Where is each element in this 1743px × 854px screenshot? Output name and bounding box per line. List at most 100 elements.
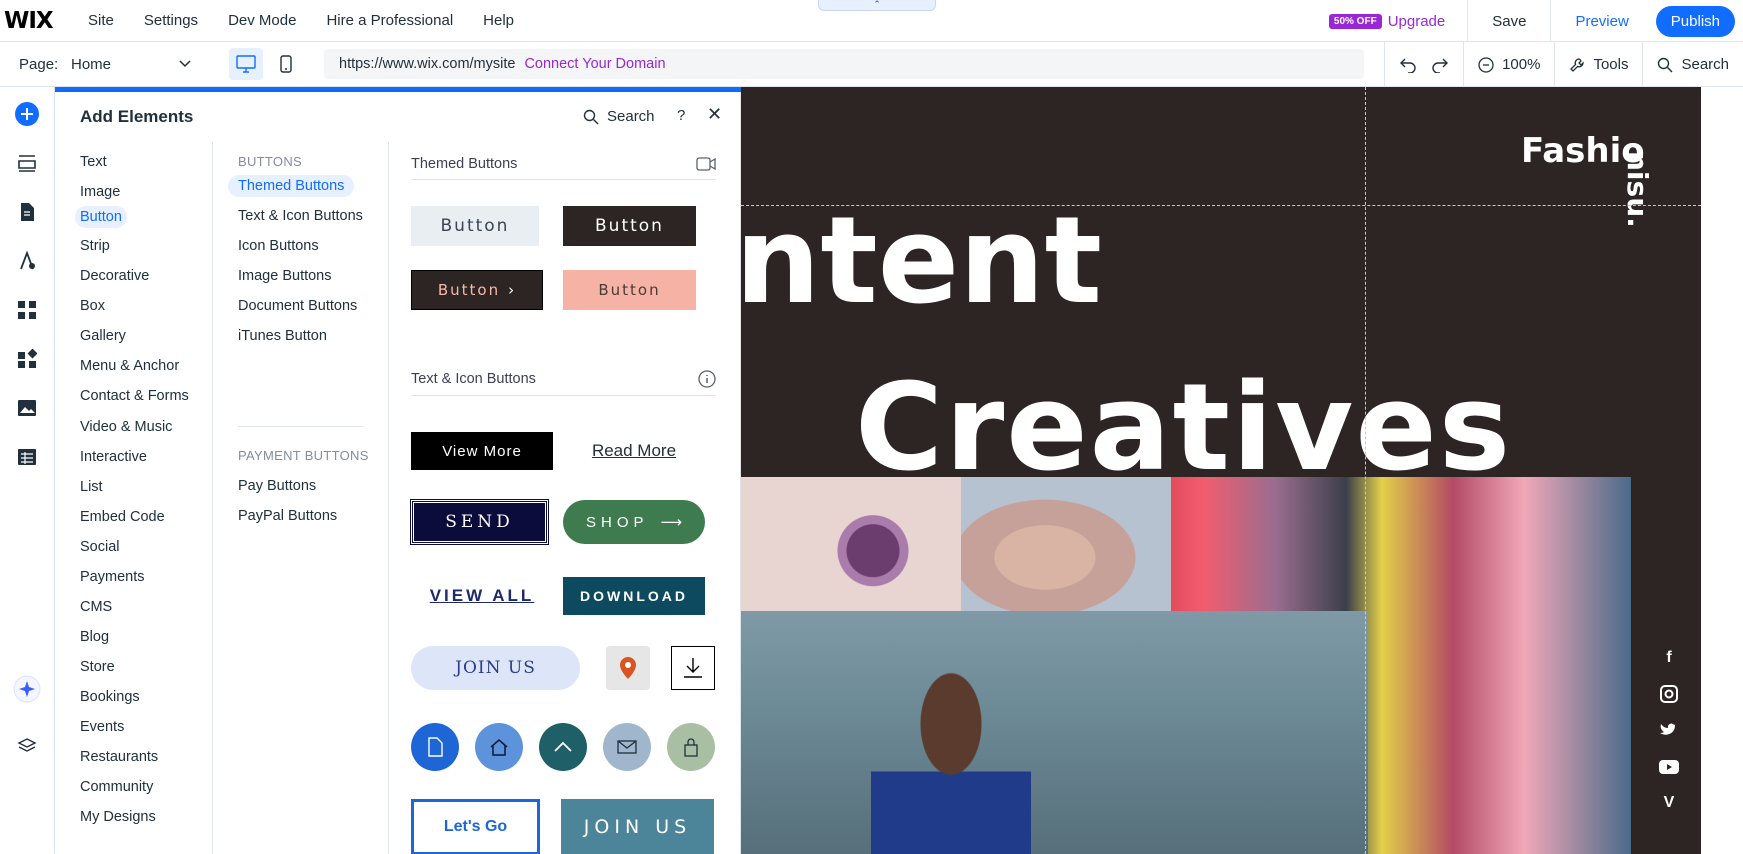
mail-circle-button[interactable] [603,723,651,771]
tools-button[interactable]: Tools [1554,42,1642,87]
view-all-button[interactable]: VIEW ALL [411,577,553,615]
category-strip[interactable]: Strip [75,235,115,257]
category-list: Text Image Button Strip Decorative Box G… [55,142,213,854]
themed-button-peach[interactable]: Button [563,270,696,310]
vimeo-icon[interactable]: V [1658,792,1680,814]
menu-settings[interactable]: Settings [144,12,198,29]
upgrade-link[interactable]: Upgrade [1388,13,1446,30]
category-decorative[interactable]: Decorative [75,265,154,287]
cms-icon[interactable] [13,443,41,471]
facebook-icon[interactable]: f [1658,647,1680,669]
up-circle-button[interactable] [539,723,587,771]
twitter-icon[interactable] [1658,719,1680,741]
lets-go-button[interactable]: Let's Go [411,799,540,854]
download-icon-button[interactable] [671,646,715,690]
desktop-view-button[interactable] [229,48,263,80]
hero-text-content[interactable]: ntent [741,202,1102,322]
category-restaurants[interactable]: Restaurants [75,746,163,768]
hero-text-creatives[interactable]: Creatives [855,369,1512,489]
top-bar: WIX Site Settings Dev Mode Hire a Profes… [0,0,1743,42]
menu-hire-professional[interactable]: Hire a Professional [326,12,453,29]
document-circle-button[interactable] [411,723,459,771]
category-video-music[interactable]: Video & Music [75,416,177,438]
menu-site[interactable]: Site [88,12,114,29]
design-icon[interactable] [13,247,41,275]
page-selector[interactable]: Home [71,56,191,73]
preview-button[interactable]: Preview [1551,13,1652,30]
lock-circle-button[interactable] [667,723,715,771]
instagram-icon[interactable] [1658,683,1680,705]
add-elements-icon[interactable] [13,100,41,128]
category-bookings[interactable]: Bookings [75,686,145,708]
zoom-button[interactable]: 100% [1463,42,1554,87]
category-button[interactable]: Button [75,206,127,228]
connect-domain-link[interactable]: Connect Your Domain [524,56,665,72]
category-image[interactable]: Image [75,181,125,203]
category-box[interactable]: Box [75,295,110,317]
menu-dev-mode[interactable]: Dev Mode [228,12,296,29]
pages-icon[interactable] [13,198,41,226]
category-community[interactable]: Community [75,776,158,798]
video-icon[interactable] [696,157,716,171]
join-us-pill-button[interactable]: JOIN US [411,646,580,690]
ai-assistant-icon[interactable] [13,675,41,703]
subcategory-paypal-buttons[interactable]: PayPal Buttons [228,505,347,527]
subcategory-image-buttons[interactable]: Image Buttons [228,265,342,287]
themed-button-light[interactable]: Button [411,206,539,246]
subcategory-document-buttons[interactable]: Document Buttons [228,295,367,317]
download-button[interactable]: DOWNLOAD [563,577,705,615]
category-cms[interactable]: CMS [75,596,117,618]
menu-help[interactable]: Help [483,12,514,29]
shop-button[interactable]: SHOP ⟶ [563,500,705,544]
add-elements-panel: Add Elements Search ? ✕ Text Image Butto… [55,92,741,854]
mobile-view-button[interactable] [269,48,303,80]
join-us-pattern-button[interactable]: JOIN US [561,799,714,854]
panel-search-button[interactable]: Search [583,108,655,125]
subcategory-pay-buttons[interactable]: Pay Buttons [228,475,326,497]
document-icon [428,737,443,757]
publish-button[interactable]: Publish [1655,5,1735,37]
site-canvas[interactable]: ntent Creatives Fashio nisu. f V [741,87,1743,854]
category-my-designs[interactable]: My Designs [75,806,161,828]
location-pin-button[interactable] [606,646,650,690]
category-menu-anchor[interactable]: Menu & Anchor [75,355,184,377]
subcategory-icon-buttons[interactable]: Icon Buttons [228,235,329,257]
subcategory-text-icon-buttons[interactable]: Text & Icon Buttons [228,205,373,227]
youtube-icon[interactable] [1658,756,1680,778]
category-blog[interactable]: Blog [75,626,114,648]
themed-button-dark-arrow[interactable]: Button › [411,270,543,310]
view-more-button[interactable]: View More [411,432,553,470]
redo-icon[interactable] [1431,57,1449,73]
guide-line-vertical [1365,87,1366,854]
category-events[interactable]: Events [75,716,129,738]
category-store[interactable]: Store [75,656,120,678]
close-icon[interactable]: ✕ [707,104,722,125]
media-icon[interactable] [13,394,41,422]
subcategory-itunes-button[interactable]: iTunes Button [228,325,337,347]
category-contact-forms[interactable]: Contact & Forms [75,385,194,407]
themed-button-dark[interactable]: Button [563,206,696,246]
business-icon[interactable] [13,345,41,373]
collapse-toolbar-tab[interactable]: ⌃ [818,0,936,11]
category-list[interactable]: List [75,476,108,498]
help-icon[interactable]: ? [677,107,685,124]
category-text[interactable]: Text [75,151,112,173]
subcategory-themed-buttons[interactable]: Themed Buttons [228,175,355,197]
home-circle-button[interactable] [475,723,523,771]
sections-icon[interactable] [13,149,41,177]
send-button[interactable]: SEND [410,499,549,545]
category-social[interactable]: Social [75,536,125,558]
category-interactive[interactable]: Interactive [75,446,152,468]
undo-icon[interactable] [1399,57,1417,73]
brand-vertical-text[interactable]: nisu. [1621,151,1654,228]
category-gallery[interactable]: Gallery [75,325,131,347]
layers-icon[interactable] [13,732,41,760]
category-payments[interactable]: Payments [75,566,149,588]
info-icon[interactable] [698,370,716,388]
editor-search-button[interactable]: Search [1642,42,1743,87]
apps-icon[interactable] [13,296,41,324]
save-button[interactable]: Save [1468,13,1550,30]
read-more-button[interactable]: Read More [563,432,705,470]
category-embed-code[interactable]: Embed Code [75,506,170,528]
wix-logo[interactable]: WIX [4,8,88,34]
